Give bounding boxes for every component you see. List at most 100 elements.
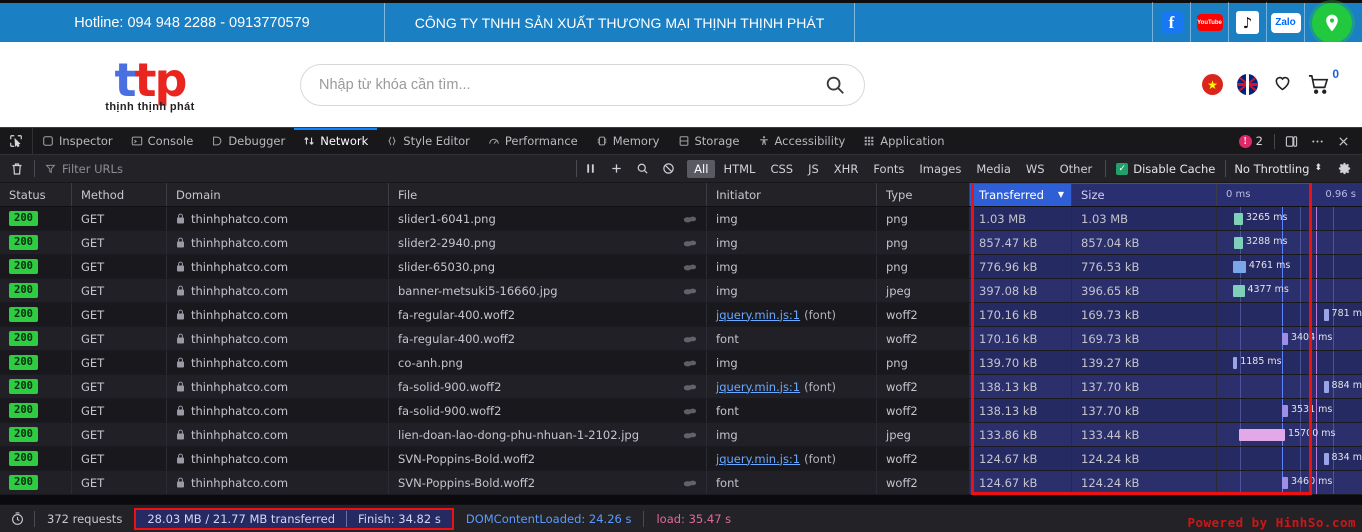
network-settings-button[interactable] [1330, 161, 1358, 176]
initiator-type: font [716, 475, 739, 490]
site-search-bar[interactable] [300, 63, 865, 106]
initiator-type: (font) [804, 451, 836, 466]
cell-status: 200 [0, 375, 72, 398]
tab-application[interactable]: Application [854, 128, 953, 154]
element-picker-button[interactable] [0, 128, 33, 154]
column-header-method[interactable]: Method [72, 183, 167, 206]
cached-icon [683, 358, 697, 368]
throttling-dropdown[interactable]: No Throttling ⬍ [1226, 162, 1330, 176]
table-row[interactable]: 200 GET thinhphatco.com lien-doan-lao-dong-… [0, 423, 1362, 447]
tab-console[interactable]: Console [122, 128, 203, 154]
vietnam-flag-icon[interactable]: ★ [1202, 74, 1223, 95]
table-row[interactable]: 200 GET thinhphatco.com SVN-Poppins-Bold.wo… [0, 471, 1362, 495]
filter-all[interactable]: All [687, 159, 716, 178]
initiator-type: img [716, 427, 738, 442]
site-logo[interactable]: ttp thịnh thịnh phát [0, 56, 300, 113]
filter-other[interactable]: Other [1053, 160, 1100, 178]
cell-type: woff2 [877, 447, 970, 470]
tab-storage[interactable]: Storage [669, 128, 749, 154]
clear-requests-button[interactable] [0, 162, 34, 176]
tab-network[interactable]: Network [294, 128, 378, 154]
new-request-button[interactable] [603, 155, 629, 183]
table-row[interactable]: 200 GET thinhphatco.com SVN-Poppins-Bold.wo… [0, 447, 1362, 471]
watermark-text: Powered by HinhSo.com [1187, 515, 1356, 530]
map-location-link[interactable] [1304, 2, 1358, 43]
table-row[interactable]: 200 GET thinhphatco.com slider2-2940.png img… [0, 231, 1362, 255]
file-name: co-anh.png [398, 355, 463, 370]
filter-images[interactable]: Images [912, 160, 968, 178]
cell-waterfall: 3460 ms [1217, 471, 1362, 494]
filter-media[interactable]: Media [969, 160, 1018, 178]
waterfall-timing-label: 1185 ms [1240, 356, 1282, 367]
youtube-link[interactable]: YouTube [1190, 1, 1228, 44]
column-header-transferred[interactable]: Transferred ▼ [970, 183, 1072, 206]
tiktok-link[interactable]: ♪ [1228, 1, 1266, 44]
cell-waterfall: 15700 ms [1217, 423, 1362, 446]
column-header-domain[interactable]: Domain [167, 183, 389, 206]
cell-status: 200 [0, 255, 72, 278]
initiator-link[interactable]: jquery.min.js:1 [716, 380, 800, 394]
column-header-waterfall[interactable]: 0 ms 0.96 s [1217, 183, 1362, 206]
hotline-text: Hotline: 094 948 2288 - 0913770579 [0, 3, 385, 42]
disable-cache-checkbox[interactable]: ✓ Disable Cache [1106, 162, 1225, 176]
wishlist-heart-icon[interactable] [1272, 72, 1293, 98]
request-type-filters: All HTML CSS JS XHR Fonts Images Media W… [681, 159, 1105, 178]
table-row[interactable]: 200 GET thinhphatco.com slider-65030.png img… [0, 255, 1362, 279]
table-row[interactable]: 200 GET thinhphatco.com fa-regular-400.woff… [0, 303, 1362, 327]
filter-html[interactable]: HTML [716, 160, 762, 178]
column-header-initiator[interactable]: Initiator [707, 183, 877, 206]
facebook-link[interactable]: f [1152, 1, 1190, 44]
filter-ws[interactable]: WS [1019, 160, 1052, 178]
tab-memory[interactable]: Memory [587, 128, 669, 154]
cell-type: png [877, 231, 970, 254]
table-row[interactable]: 200 GET thinhphatco.com banner-metsuki5-166… [0, 279, 1362, 303]
tab-debugger[interactable]: Debugger [202, 128, 294, 154]
table-row[interactable]: 200 GET thinhphatco.com slider1-6041.png img… [0, 207, 1362, 231]
table-row[interactable]: 200 GET thinhphatco.com co-anh.png img png 139… [0, 351, 1362, 375]
initiator-link[interactable]: jquery.min.js:1 [716, 308, 800, 322]
tab-performance[interactable]: Performance [479, 128, 587, 154]
column-header-file[interactable]: File [389, 183, 707, 206]
cell-initiator: img [707, 255, 877, 278]
filter-js[interactable]: JS [801, 160, 826, 178]
column-header-type[interactable]: Type [877, 183, 970, 206]
pause-requests-button[interactable] [577, 155, 603, 183]
column-header-status[interactable]: Status [0, 183, 72, 206]
tab-style-editor[interactable]: Style Editor [377, 128, 479, 154]
dock-position-button[interactable] [1278, 128, 1304, 155]
initiator-type: font [716, 403, 739, 418]
cell-method: GET [72, 255, 167, 278]
cell-size: 124.24 kB [1072, 471, 1217, 494]
block-requests-button[interactable] [655, 155, 681, 183]
column-header-size[interactable]: Size [1072, 183, 1217, 206]
close-devtools-button[interactable] [1330, 128, 1356, 155]
devtools-menu-button[interactable] [1304, 128, 1330, 155]
cell-transferred: 133.86 kB [970, 423, 1072, 446]
search-requests-button[interactable] [629, 155, 655, 183]
table-row[interactable]: 200 GET thinhphatco.com fa-solid-900.woff2 f… [0, 399, 1362, 423]
filter-xhr[interactable]: XHR [827, 160, 866, 178]
search-input[interactable] [319, 76, 824, 93]
table-row[interactable]: 200 GET thinhphatco.com fa-solid-900.woff2 j… [0, 375, 1362, 399]
search-button[interactable] [824, 74, 846, 96]
initiator-link[interactable]: jquery.min.js:1 [716, 452, 800, 466]
error-count-badge[interactable]: ! 2 [1231, 134, 1271, 148]
waterfall-timing-label: 3265 ms [1246, 212, 1288, 223]
tab-accessibility[interactable]: Accessibility [749, 128, 855, 154]
application-icon [863, 135, 875, 147]
file-name: SVN-Poppins-Bold.woff2 [398, 475, 536, 490]
tab-inspector[interactable]: Inspector [33, 128, 122, 154]
filter-urls-input[interactable]: Filter URLs [35, 162, 576, 176]
file-name: slider1-6041.png [398, 211, 496, 226]
table-row[interactable]: 200 GET thinhphatco.com fa-regular-400.woff… [0, 327, 1362, 351]
waterfall-start-label: 0 ms [1226, 189, 1251, 200]
filter-fonts[interactable]: Fonts [866, 160, 911, 178]
cell-waterfall: 1185 ms [1217, 351, 1362, 374]
uk-flag-icon[interactable] [1237, 74, 1258, 95]
cell-status: 200 [0, 351, 72, 374]
cart-button[interactable]: 0 [1307, 67, 1339, 96]
filter-css[interactable]: CSS [763, 160, 800, 178]
file-name: fa-regular-400.woff2 [398, 307, 516, 322]
annotation-rectangle-statusbar: 28.03 MB / 21.77 MB transferred Finish: … [134, 507, 454, 530]
zalo-link[interactable]: Zalo [1266, 1, 1304, 44]
